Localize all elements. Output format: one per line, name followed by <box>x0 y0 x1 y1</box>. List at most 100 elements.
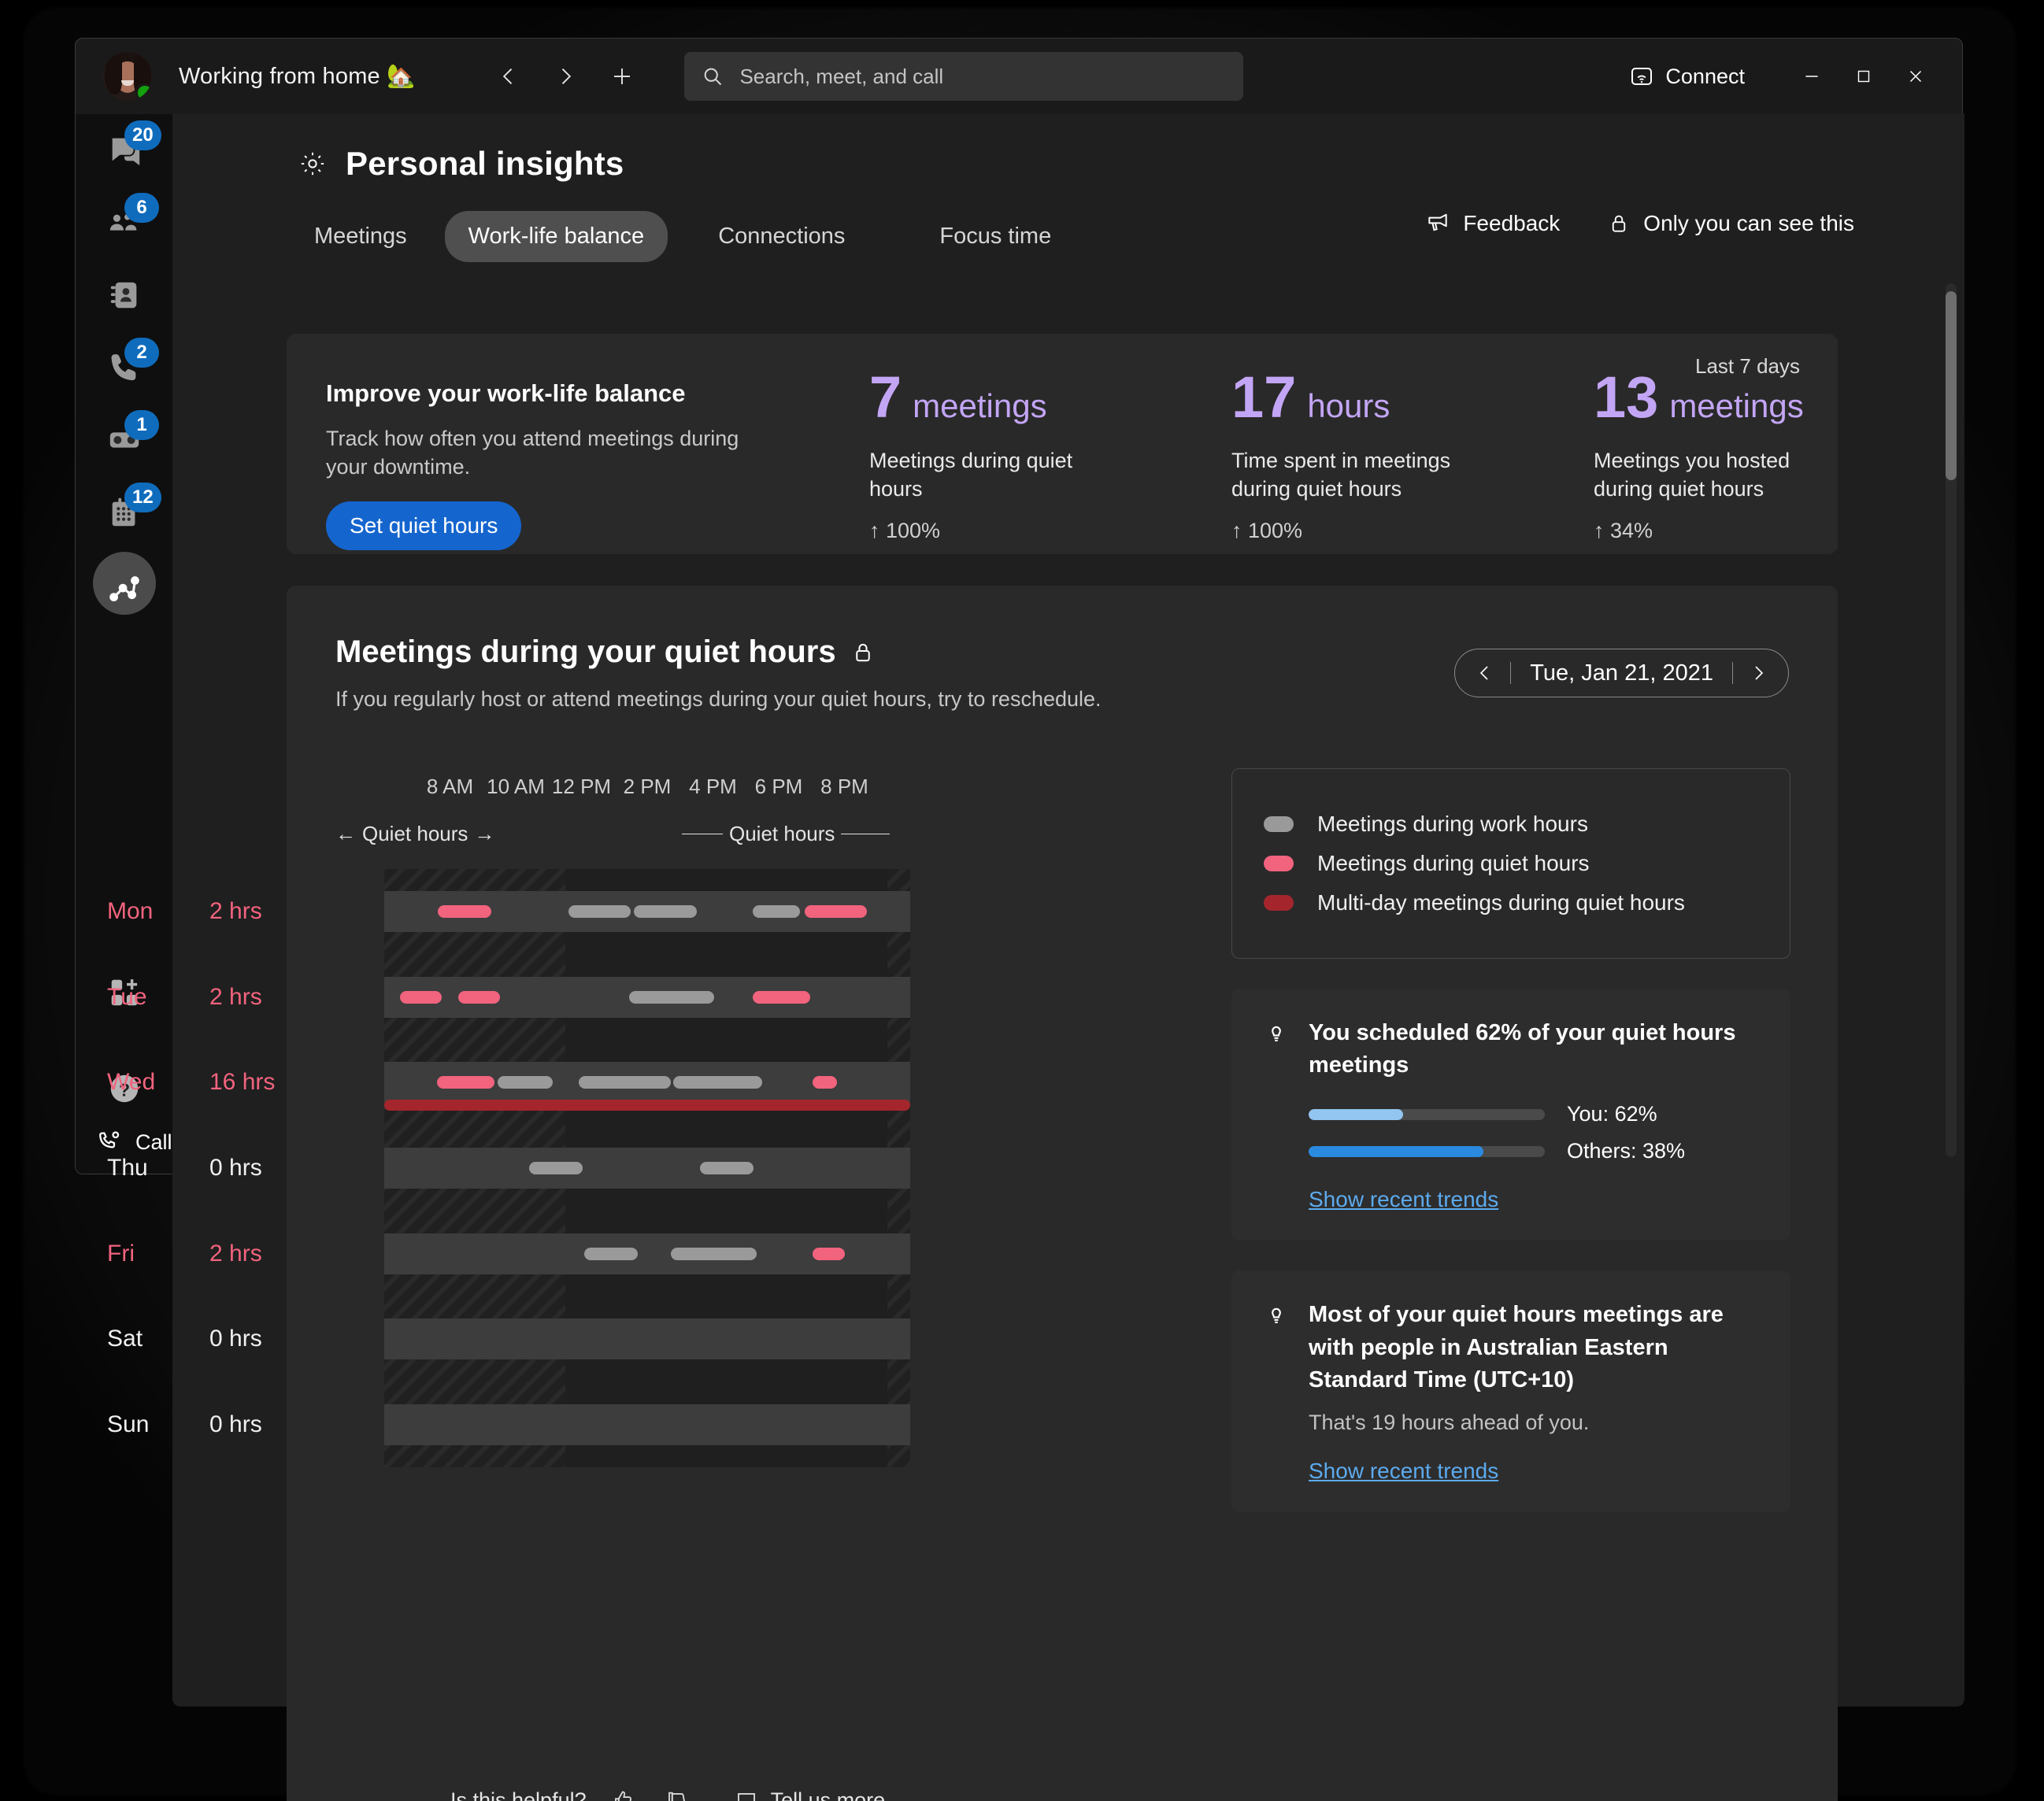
meeting-bar-quiet[interactable] <box>436 1076 495 1089</box>
summary-card: Last 7 days Improve your work-life balan… <box>287 334 1838 554</box>
feedback-button[interactable]: Feedback <box>1425 211 1560 236</box>
meeting-bar-quiet[interactable] <box>457 990 500 1004</box>
meeting-bar-quiet[interactable] <box>813 1247 846 1260</box>
show-recent-trends-link[interactable]: Show recent trends <box>1309 1459 1498 1484</box>
lock-icon <box>850 640 876 665</box>
insight-title: Most of your quiet hours meetings are wi… <box>1309 1302 1724 1392</box>
stat-value: 13 <box>1594 364 1659 430</box>
time-tick: 8 PM <box>820 775 868 798</box>
day-hours: 0 hrs <box>209 1411 262 1437</box>
meeting-bar-work[interactable] <box>579 1076 672 1089</box>
time-tick: 4 PM <box>689 775 737 798</box>
comment-icon <box>735 1788 758 1801</box>
meeting-bar-quiet[interactable] <box>438 905 492 919</box>
meeting-bar-work[interactable] <box>628 990 715 1004</box>
privacy-label: Only you can see this <box>1643 211 1854 235</box>
stat-meetings-quiet: 7 meetings Meetings during quiet hours ↑ … <box>869 368 1231 543</box>
legend-swatch <box>1264 895 1294 911</box>
day-row-band <box>384 1403 910 1445</box>
progress-row-others: Others: 38% <box>1309 1139 1759 1163</box>
day-name: Fri <box>107 1240 135 1267</box>
summary-stats: 7 meetings Meetings during quiet hours ↑ … <box>869 368 1956 543</box>
meeting-bar-work[interactable] <box>634 905 697 919</box>
tell-us-more-button[interactable]: Tell us more <box>735 1788 885 1801</box>
meeting-bar-work[interactable] <box>673 1076 762 1089</box>
thumbs-down-icon[interactable] <box>661 1784 694 1801</box>
day-labels: Mon 2 hrs Tue 2 hrs Wed 16 hrs Thu 0 hrs Fri 2 hr… <box>107 869 384 1467</box>
tab-connections[interactable]: Connections <box>694 211 868 262</box>
day-hours: 0 hrs <box>209 1326 262 1352</box>
quiet-hours-left-label: ←← Quiet hours → Quiet hours→ <box>335 822 495 845</box>
quiet-hours-markers: ←← Quiet hours → Quiet hours→ Quiet hour… <box>335 822 1139 858</box>
feedback-label: Feedback <box>1463 211 1561 235</box>
time-axis: 8 AM 10 AM 12 PM 2 PM 4 PM 6 PM 8 PM <box>384 775 910 811</box>
meeting-bar-work[interactable] <box>583 1247 638 1260</box>
meeting-bar-work[interactable] <box>497 1076 553 1089</box>
quiet-hours-right-label: Quiet hours <box>682 822 891 846</box>
meeting-bar-quiet[interactable] <box>813 1076 838 1089</box>
meeting-bar-work[interactable] <box>752 905 800 919</box>
show-recent-trends-link[interactable]: Show recent trends <box>1309 1187 1498 1212</box>
stat-label: Meetings during quiet hours <box>869 449 1073 501</box>
chart-plot-area: Mon 2 hrs Tue 2 hrs Wed 16 hrs Thu 0 hrs Fri 2 hr… <box>107 869 1139 1483</box>
stat-unit: meetings <box>1669 387 1804 424</box>
stat-label: Time spent in meetings during quiet hour… <box>1231 449 1451 501</box>
thumbs-up-icon[interactable] <box>607 1784 640 1801</box>
tab-focus-time[interactable]: Focus time <box>916 211 1075 262</box>
scroll-thumb[interactable] <box>1946 291 1957 480</box>
privacy-note: Only you can see this <box>1607 211 1854 236</box>
progress-fill <box>1309 1145 1483 1157</box>
screenshot-root: Working from home 🏡 Search, meet, and ca… <box>0 0 2044 1801</box>
meeting-bar-quiet[interactable] <box>752 990 811 1004</box>
meeting-bar-work[interactable] <box>671 1247 757 1260</box>
time-tick: 8 AM <box>426 775 474 798</box>
date-navigator: Tue, Jan 21, 2021 <box>1454 649 1789 697</box>
meeting-bar-work[interactable] <box>568 905 631 919</box>
multi-day-meeting-bar[interactable] <box>384 1100 910 1111</box>
summary-subtitle: Track how often you attend meetings duri… <box>326 427 739 479</box>
current-date-label[interactable]: Tue, Jan 21, 2021 <box>1519 660 1724 686</box>
meeting-bar-quiet[interactable] <box>805 905 868 919</box>
lightbulb-icon <box>1263 1302 1290 1329</box>
chart-rows <box>384 869 910 1467</box>
day-name: Mon <box>107 898 154 925</box>
progress-label: Others: 38% <box>1567 1139 1686 1163</box>
day-name: Sat <box>107 1326 143 1352</box>
meeting-bar-work[interactable] <box>699 1162 754 1174</box>
tab-work-life-balance[interactable]: Work-life balance <box>444 211 668 262</box>
helpful-footer: Is this helpful? Tell us more <box>450 1784 885 1801</box>
day-row-label: Wed 16 hrs <box>107 1062 367 1103</box>
summary-title: Improve your work-life balance <box>326 379 686 407</box>
content-scrollbar[interactable] <box>1946 283 1957 1157</box>
legend-item-multiday: Multi-day meetings during quiet hours <box>1264 890 1758 915</box>
day-row-label: Sat 0 hrs <box>107 1318 367 1359</box>
meeting-bar-quiet[interactable] <box>400 990 442 1004</box>
megaphone-icon <box>1425 211 1450 236</box>
next-day-button[interactable] <box>1741 656 1776 690</box>
chart-title: Meetings during your quiet hours <box>335 634 836 669</box>
chart-grid <box>384 869 910 1467</box>
stat-time-spent: 17 hours Time spent in meetings during qu… <box>1231 368 1594 543</box>
tab-meetings[interactable]: Meetings <box>291 211 431 262</box>
time-tick: 6 PM <box>754 775 803 798</box>
legend-swatch <box>1264 816 1294 832</box>
legend-item-quiet: Meetings during quiet hours <box>1264 851 1758 876</box>
set-quiet-hours-button[interactable]: Set quiet hours <box>326 501 522 551</box>
day-row-label: Sun 0 hrs <box>107 1404 367 1445</box>
legend-panel: Meetings during work hours Meetings duri… <box>1231 768 1790 959</box>
legend-swatch <box>1264 856 1294 871</box>
day-row-band <box>384 1318 910 1360</box>
day-hours: 0 hrs <box>209 1155 262 1181</box>
day-row-label: Mon 2 hrs <box>107 891 367 932</box>
insights-content: Personal insights Meetings Work-life bal… <box>107 113 1964 1801</box>
day-name: Thu <box>107 1155 148 1181</box>
day-hours: 2 hrs <box>209 1240 262 1267</box>
meeting-bar-work[interactable] <box>528 1162 583 1174</box>
stat-unit: meetings <box>913 387 1047 424</box>
day-hours: 16 hrs <box>209 1069 276 1096</box>
prev-day-button[interactable] <box>1468 656 1502 690</box>
progress-fill <box>1309 1108 1403 1120</box>
gear-icon[interactable] <box>298 150 327 178</box>
progress-row-you: You: 62% <box>1309 1102 1759 1126</box>
day-row-label: Tue 2 hrs <box>107 977 367 1018</box>
